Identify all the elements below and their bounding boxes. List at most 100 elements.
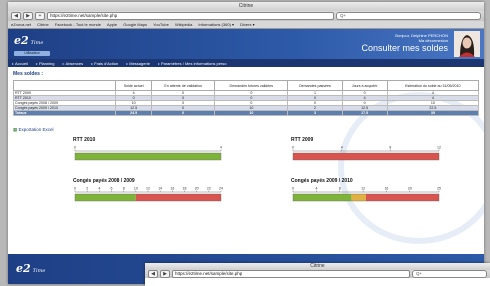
bar-segment-green (75, 194, 136, 201)
site-logo[interactable]: e2 Time (14, 34, 43, 47)
table-total-row: Totaux 24.5 0 10 3 17.5 39 (12, 110, 480, 116)
bookmark-item[interactable]: Divers ▾ (240, 22, 254, 27)
table-cell: 39 (386, 110, 480, 116)
tick-label: 4 (98, 187, 100, 191)
bar-segment-green (293, 194, 352, 201)
tick-label: 0 (292, 146, 294, 150)
chart-cp0809-svg: 0 2 4 6 8 10 12 14 16 18 20 22 24 (74, 187, 223, 202)
nav-item-messagerie[interactable]: Messagerie (126, 61, 150, 66)
tick-label: 18 (183, 187, 187, 191)
tick-label: 12 (146, 187, 150, 191)
tick-label: 10 (134, 187, 138, 191)
chart-cp0910-svg: 0 4 8 12 16 20 25 (292, 187, 441, 202)
tick-label: 4 (220, 146, 222, 150)
bar-segment-yellow (351, 194, 366, 201)
table-header: En attente de validation (150, 80, 216, 91)
tick-label: 8 (389, 146, 391, 150)
chart-rtt2010: RTT 2010 04 (73, 137, 223, 165)
tick-label: 8 (339, 187, 341, 191)
tick-label: 20 (195, 187, 199, 191)
browser-window: Citrine ◀ ▶ + https://e2time.net/sample/… (8, 2, 484, 284)
section-title: Mes soldes : (13, 71, 44, 77)
tick-label: 16 (384, 187, 388, 191)
tick-label: 25 (437, 187, 441, 191)
bar-segment-green (75, 153, 221, 160)
balances-table: Solde actuel En attente de validation De… (12, 80, 480, 116)
second-browser-window[interactable]: Citrine ◀ ▶ https://e2time.net/sample/si… (145, 263, 490, 286)
table-cell: 24.5 (115, 110, 152, 116)
main-content: Mes soldes : Solde actuel En attente de … (8, 67, 484, 244)
chart-cp0910: Congés payés 2009 / 2010 0 4 8 12 16 20 25 (291, 178, 441, 206)
nav-item-frais[interactable]: Frais d'Action (91, 61, 118, 66)
bookmark-item[interactable]: Facebook - Tout le monde (55, 22, 101, 27)
tick-label: 6 (111, 187, 113, 191)
tick-label: 8 (123, 187, 125, 191)
tick-label: 12 (361, 187, 365, 191)
back-icon[interactable]: ◀ (148, 270, 158, 278)
bookmark-item[interactable]: Google Maps (123, 22, 147, 27)
back-icon[interactable]: ◀ (11, 12, 21, 20)
bookmark-item[interactable]: eZnova.net (11, 22, 31, 27)
tick-label: 2 (86, 187, 88, 191)
tick-label: 0 (74, 146, 76, 150)
tick-label: 20 (408, 187, 412, 191)
tick-label: 16 (170, 187, 174, 191)
table-header-row: Solde actuel En attente de validation De… (12, 80, 480, 91)
main-nav: Accueil Planning Absences Frais d'Action… (8, 59, 484, 67)
table-header (12, 80, 117, 91)
nav-item-planning[interactable]: Planning (36, 61, 55, 66)
tick-label: 14 (158, 187, 162, 191)
chart-rtt2010-svg: 04 (74, 146, 222, 161)
tick-label: 4 (315, 187, 317, 191)
search-field[interactable]: Q+ (336, 12, 481, 20)
window-titlebar: Citrine (145, 263, 490, 270)
tick-label: 12 (437, 146, 441, 150)
browser-toolbar: ◀ ▶ https://e2time.net/sample/site.php Q… (145, 270, 490, 278)
table-header: Demandes passées (287, 80, 343, 91)
table-cell: 3 (287, 110, 343, 116)
bar-segment-red (135, 194, 221, 201)
bookmark-item[interactable]: Wikipédia (175, 22, 192, 27)
table-cell: Totaux (12, 110, 117, 116)
tick-label: 0 (292, 187, 294, 191)
chart-rtt2009-svg: 0 4 8 12 (292, 146, 441, 161)
table-cell: 10 (214, 110, 289, 116)
greeting: Bonjour, Delphine PERCHON Ma déconnexion (395, 33, 448, 43)
tick-label: 0 (74, 187, 76, 191)
site-header: e2 Time Utilisateur Bonjour, Delphine PER… (8, 29, 484, 59)
nav-item-parametres[interactable]: Paramètres / Mes informations perso (158, 61, 227, 66)
page-title: Consulter mes soldes (361, 43, 448, 53)
add-bookmark-icon[interactable]: + (35, 12, 45, 20)
user-role-tag: Utilisateur (14, 51, 50, 56)
avatar (454, 31, 480, 57)
window-title: Citrine (238, 3, 254, 9)
window-titlebar: Citrine (8, 2, 484, 11)
bookmark-item[interactable]: Citrine (37, 22, 49, 27)
bookmark-item[interactable]: Apple (107, 22, 117, 27)
bookmark-item[interactable]: Informations (360) ▾ (198, 22, 234, 27)
nav-item-absences[interactable]: Absences (63, 61, 84, 66)
forward-icon[interactable]: ▶ (160, 270, 170, 278)
bookmarks-bar: eZnova.net Citrine Facebook - Tout le mo… (8, 21, 484, 29)
search-field[interactable]: Q+ (412, 270, 487, 278)
bar-segment-red (293, 153, 439, 160)
table-header: Demandes futures validées (214, 80, 289, 91)
tick-label: 22 (207, 187, 211, 191)
tick-label: 24 (219, 187, 223, 191)
chart-rtt2009: RTT 2009 0 4 8 12 (291, 137, 441, 165)
address-bar[interactable]: https://e2time.net/sample/site.php (47, 12, 334, 20)
table-header: Jours à acquérir (341, 80, 388, 91)
forward-icon[interactable]: ▶ (23, 12, 33, 20)
bar-segment-red (366, 194, 439, 201)
window-title: Citrine (310, 263, 325, 269)
nav-item-accueil[interactable]: Accueil (12, 61, 28, 66)
footer-logo: e2 Time (16, 262, 46, 275)
tick-label: 4 (341, 146, 343, 150)
address-bar[interactable]: https://e2time.net/sample/site.php (172, 270, 410, 278)
table-header: Estimation du solde au 31/05/2010 (386, 80, 480, 91)
table-header: Solde actuel (115, 80, 152, 91)
bookmark-item[interactable]: YouTube (153, 22, 169, 27)
table-cell: 0 (150, 110, 216, 116)
excel-export-link[interactable]: Exportation Excel (13, 127, 54, 133)
chart-cp0809: Congés payés 2008 / 2009 0 2 4 6 8 10 12 14 16 18… (73, 178, 223, 206)
